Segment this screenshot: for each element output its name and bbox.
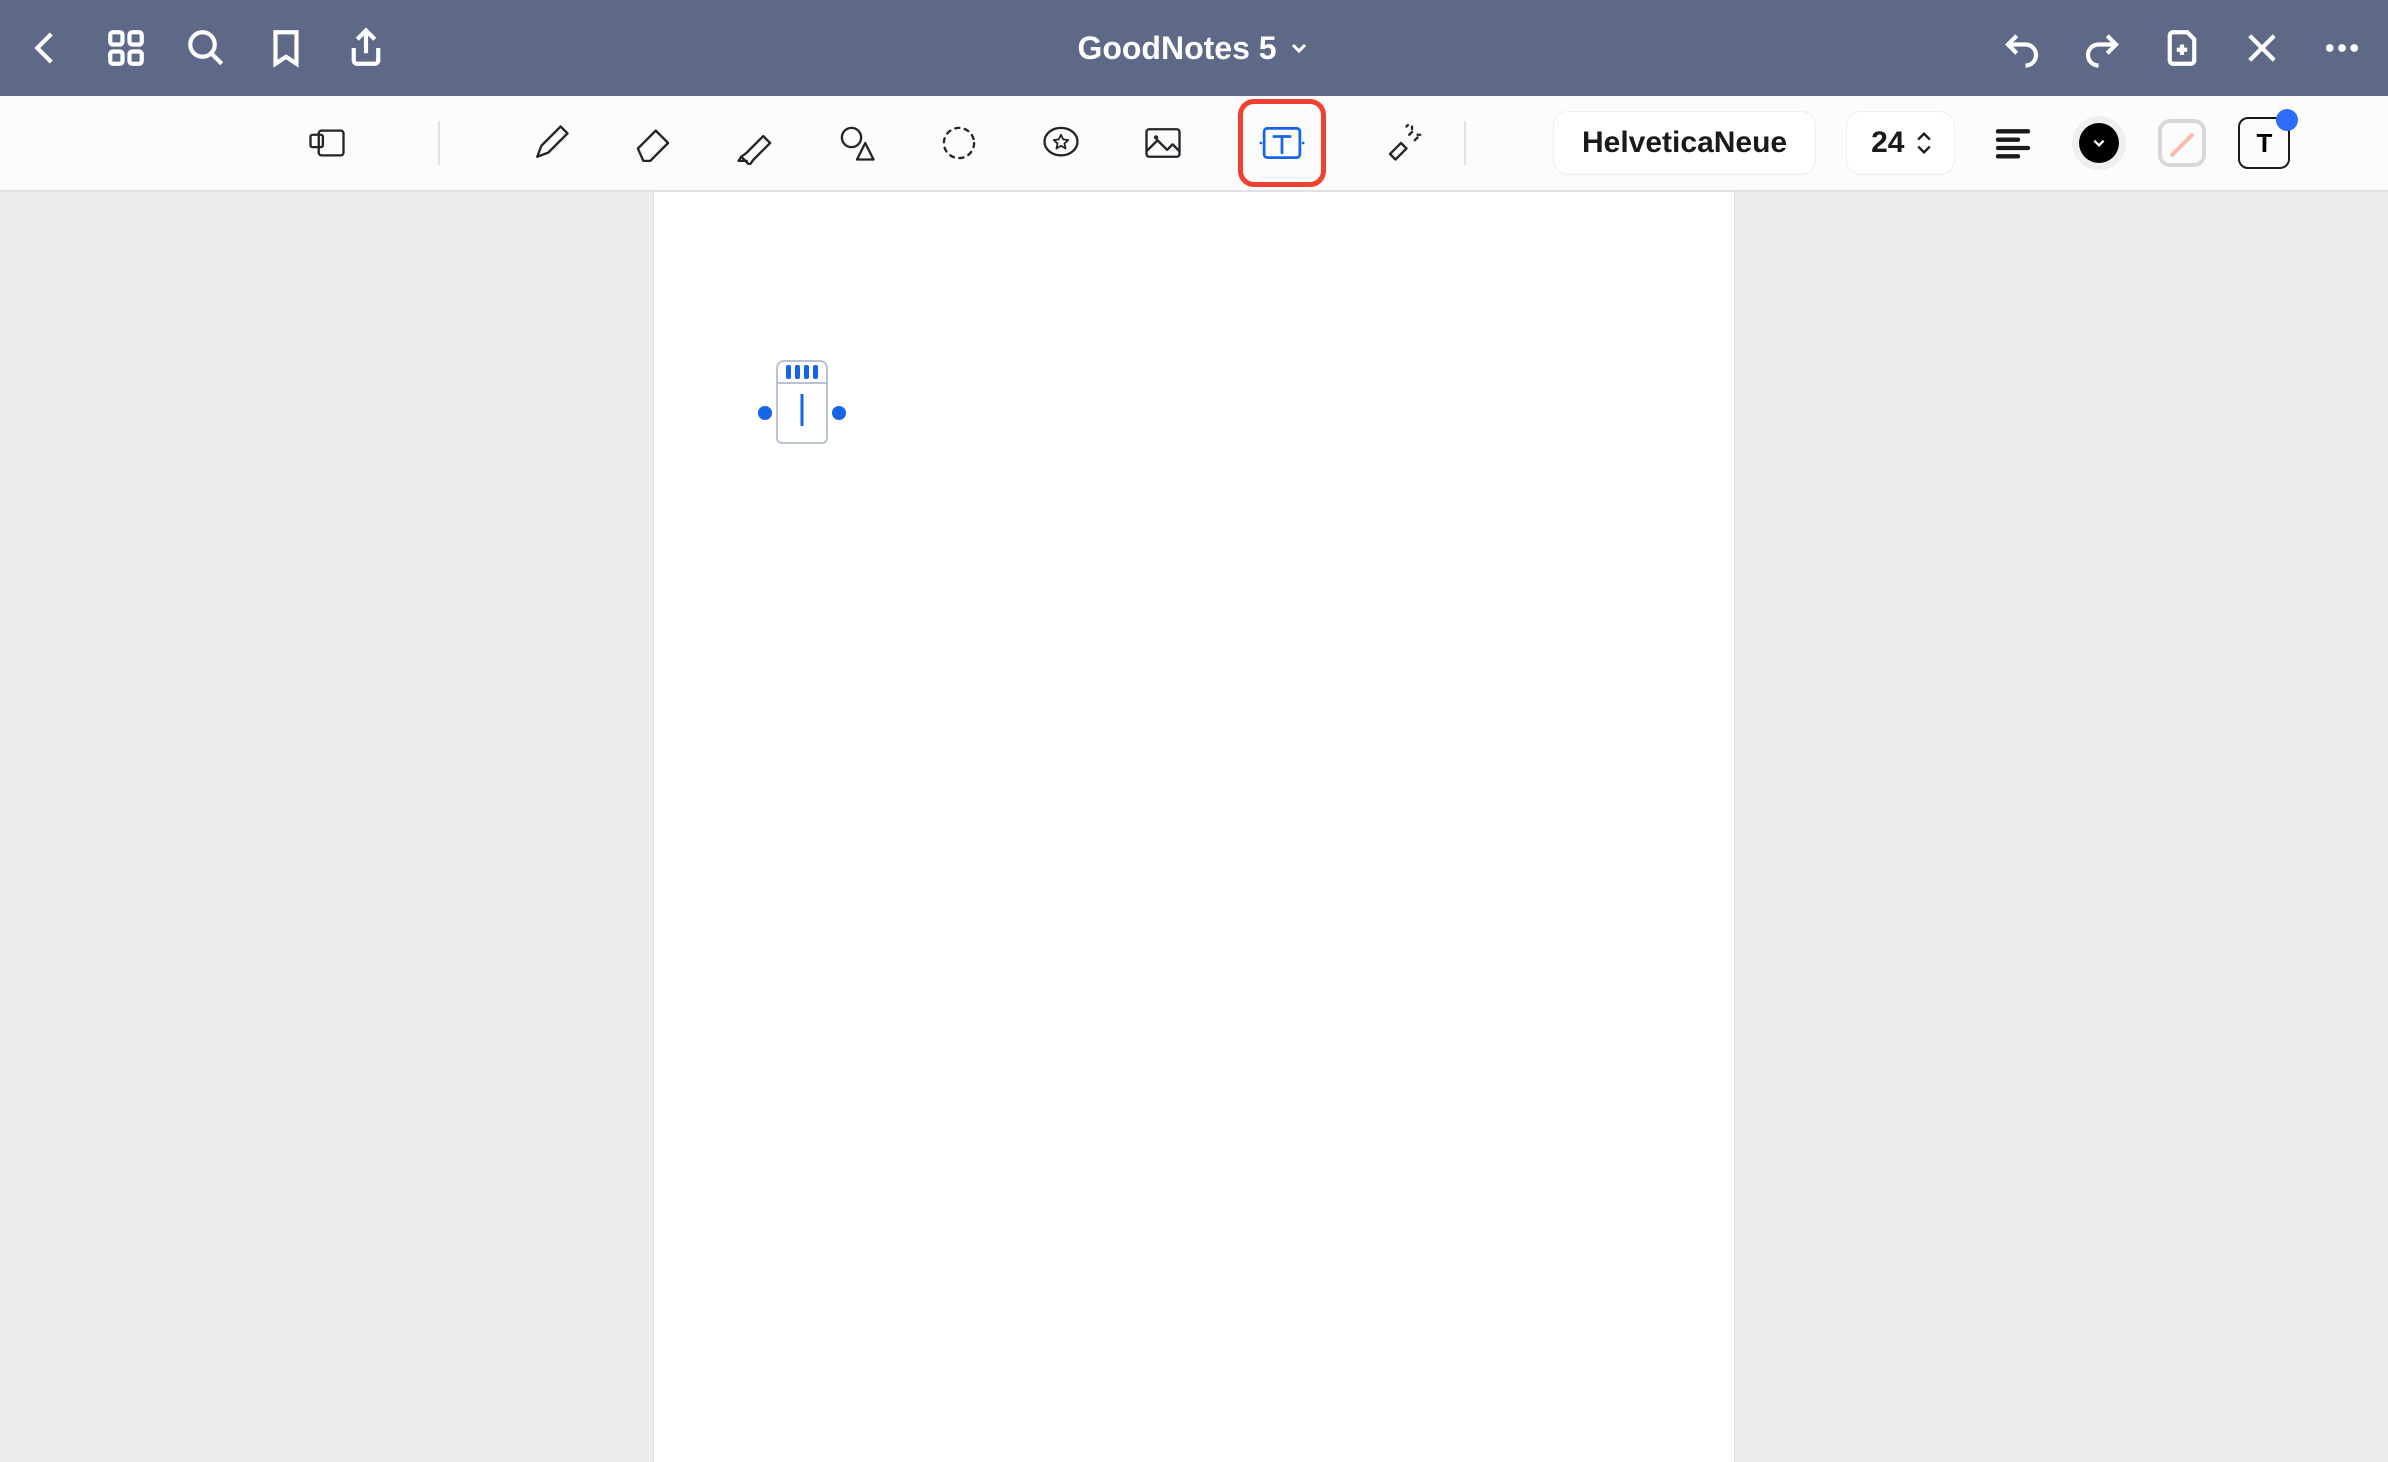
font-name-label: HelveticaNeue [1582, 126, 1787, 159]
color-swatch-black [2079, 123, 2119, 163]
back-button[interactable] [24, 26, 68, 70]
toolbar-divider [438, 121, 440, 165]
grid-icon [105, 27, 147, 69]
share-icon [345, 27, 387, 69]
text-background-button[interactable] [2158, 119, 2206, 167]
document-page[interactable] [654, 192, 1734, 1462]
ellipsis-icon [2321, 27, 2363, 69]
tool-bar: HelveticaNeue 24 T [0, 96, 2388, 192]
page-plus-icon [2161, 27, 2203, 69]
favorite-dot-icon [2276, 109, 2298, 131]
chevron-down-icon [1287, 36, 1311, 60]
title-bar: GoodNotes 5 [0, 0, 2388, 96]
text-caret-icon [801, 394, 804, 426]
bookmark-button[interactable] [264, 26, 308, 70]
lasso-icon [937, 121, 981, 165]
text-box-move-handle[interactable] [776, 360, 828, 384]
eraser-icon [631, 121, 675, 165]
chevron-left-icon [25, 27, 67, 69]
text-box-field[interactable] [776, 384, 828, 444]
close-edit-button[interactable] [2240, 26, 2284, 70]
star-bubble-icon [1039, 121, 1083, 165]
text-box-resize-handle-left[interactable] [758, 406, 772, 420]
laser-pointer-icon [1379, 121, 1423, 165]
toolbar-divider [1464, 121, 1466, 165]
tool-group-text-options: HelveticaNeue 24 T [1554, 112, 2290, 174]
laser-tool[interactable] [1374, 116, 1428, 170]
bookmark-icon [265, 27, 307, 69]
undo-icon [2001, 27, 2043, 69]
text-style-label: T [2257, 128, 2273, 159]
text-box-resize-handle-right[interactable] [832, 406, 846, 420]
font-size-selector[interactable]: 24 [1847, 112, 1954, 174]
chevron-down-icon [2092, 136, 2106, 150]
eraser-tool[interactable] [626, 116, 680, 170]
highlighter-icon [733, 121, 777, 165]
text-tool[interactable] [1238, 99, 1326, 187]
active-text-box[interactable] [776, 360, 828, 446]
tool-group-primary [300, 99, 1428, 187]
redo-button[interactable] [2080, 26, 2124, 70]
image-icon [1141, 121, 1185, 165]
zoom-window-icon [305, 121, 349, 165]
font-selector[interactable]: HelveticaNeue [1554, 112, 1815, 174]
align-left-icon [1993, 123, 2033, 163]
pen-tool[interactable] [524, 116, 578, 170]
undo-button[interactable] [2000, 26, 2044, 70]
document-title-button[interactable]: GoodNotes 5 [1077, 30, 1310, 67]
close-icon [2241, 27, 2283, 69]
redo-icon [2081, 27, 2123, 69]
search-button[interactable] [184, 26, 228, 70]
title-bar-right [2000, 26, 2364, 70]
shapes-icon [835, 121, 879, 165]
lasso-tool[interactable] [932, 116, 986, 170]
more-button[interactable] [2320, 26, 2364, 70]
canvas-area[interactable] [0, 192, 2388, 1462]
document-title: GoodNotes 5 [1077, 30, 1276, 67]
thumbnails-button[interactable] [104, 26, 148, 70]
zoom-tool[interactable] [300, 116, 354, 170]
stepper-icon [1914, 129, 1934, 157]
paragraph-align-button[interactable] [1986, 116, 2040, 170]
image-tool[interactable] [1136, 116, 1190, 170]
text-color-button[interactable] [2072, 116, 2126, 170]
text-style-presets-button[interactable]: T [2238, 117, 2290, 169]
text-box-icon [1256, 117, 1308, 169]
elements-tool[interactable] [1034, 116, 1088, 170]
title-bar-left [24, 26, 388, 70]
add-page-button[interactable] [2160, 26, 2204, 70]
shape-tool[interactable] [830, 116, 884, 170]
highlighter-tool[interactable] [728, 116, 782, 170]
share-button[interactable] [344, 26, 388, 70]
search-icon [185, 27, 227, 69]
font-size-label: 24 [1871, 126, 1904, 160]
pen-icon [529, 121, 573, 165]
